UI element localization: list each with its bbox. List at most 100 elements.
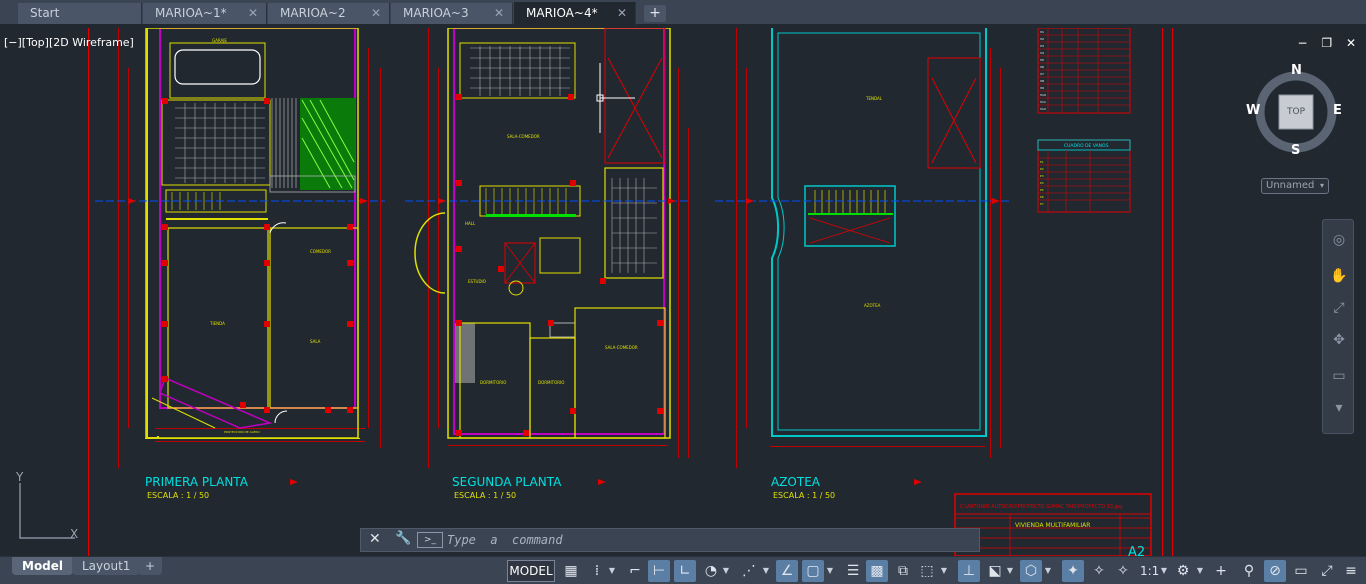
chevron-down-icon[interactable]: ▼ (1006, 560, 1014, 582)
grid-icon[interactable]: ▦ (560, 560, 582, 582)
ucs-menu[interactable]: Unnamed ▾ (1261, 178, 1329, 194)
restore-icon[interactable]: ❐ (1321, 36, 1332, 50)
chevron-down-icon[interactable]: ▼ (1160, 560, 1168, 582)
svg-text:X: X (70, 527, 78, 541)
object-snap-tracking-icon[interactable]: ∠ (776, 560, 798, 582)
close-icon[interactable]: ✕ (1346, 36, 1356, 50)
chevron-down-icon[interactable]: ▼ (608, 560, 616, 582)
tab-marioa-3[interactable]: MARIOA~3 ✕ (391, 3, 513, 24)
svg-text:V11: V11 (1040, 100, 1046, 104)
tab-label: Start (30, 6, 60, 20)
gizmo-icon[interactable]: ⬡ (1020, 560, 1042, 582)
model-space-button[interactable]: MODEL (507, 560, 555, 582)
title-block: C:\ARTONIO AUTOCAD\PROYECTO SUMAC TAKI\P… (954, 493, 1152, 556)
tab-model[interactable]: Model (12, 557, 74, 575)
selection-filter-icon[interactable]: ⬕ (984, 560, 1006, 582)
svg-text:V10: V10 (1040, 93, 1046, 97)
orbit-icon[interactable]: ✥ (1330, 332, 1348, 350)
infer-constraints-icon[interactable]: ⌐ (624, 560, 646, 582)
compass-north[interactable]: N (1291, 63, 1302, 78)
svg-text:V6: V6 (1040, 65, 1044, 69)
svg-text:DORMITORIO: DORMITORIO (538, 380, 564, 385)
chevron-down-icon[interactable]: ▼ (722, 560, 730, 582)
svg-text:V2: V2 (1040, 37, 1044, 41)
close-icon[interactable]: ✕ (494, 3, 504, 24)
fullscreen-icon[interactable]: ⤢ (1316, 560, 1338, 582)
svg-text:P5: P5 (1040, 188, 1044, 192)
clean-screen-icon[interactable]: ▭ (1290, 560, 1312, 582)
annotation-visibility-icon[interactable]: ✦ (1062, 560, 1084, 582)
plan-azotea: TENDAL AZOTEA AZOTEA ESCALA : 1 / 50 (715, 28, 1010, 500)
zoom-extents-icon[interactable]: ⤢ (1330, 300, 1348, 318)
window-schedule-table: CUADRO DE VANOS V1 V2 V3 V4 V5 V6 V7 V8 V9 V10 V… (1037, 28, 1131, 213)
close-icon[interactable]: ✕ (369, 531, 381, 547)
close-icon[interactable]: ✕ (617, 2, 627, 25)
isolate-objects-icon[interactable]: ⚲ (1238, 560, 1260, 582)
hardware-acceleration-icon[interactable]: ⊘ (1264, 560, 1286, 582)
tab-start[interactable]: Start (18, 3, 142, 24)
autocad-window: Start MARIOA~1* ✕ MARIOA~2 ✕ MARIOA~3 ✕ MAR… (0, 0, 1366, 584)
ortho-icon[interactable]: ∟ (674, 560, 696, 582)
title-block-path: C:\ARTONIO AUTOCAD\PROYECTO SUMAC TAKI\P… (960, 504, 1122, 510)
pan-icon[interactable]: ✋ (1330, 268, 1348, 286)
add-layout-button[interactable]: + (138, 557, 163, 575)
tab-marioa-4[interactable]: MARIOA~4* ✕ (514, 2, 636, 26)
chevron-down-icon[interactable]: ▼ (1196, 560, 1204, 582)
close-icon[interactable]: ✕ (248, 3, 258, 24)
drawing-canvas[interactable]: COMEDOR TIENDA SALA GARAJE PROYECCION DE… (0, 28, 1366, 556)
plan-scale-3: ESCALA : 1 / 50 (773, 491, 835, 500)
chevron-down-icon[interactable]: ▼ (762, 560, 770, 582)
polar-tracking-icon[interactable]: ◔ (700, 560, 722, 582)
svg-text:P7: P7 (1040, 202, 1044, 206)
chevron-down-icon[interactable]: ▼ (1044, 560, 1052, 582)
close-icon[interactable]: ✕ (371, 3, 381, 24)
svg-text:V8: V8 (1040, 79, 1044, 83)
chevron-down-icon[interactable]: ▾ (1330, 400, 1348, 418)
dynamic-ucs-icon[interactable]: ⊥ (958, 560, 980, 582)
annotation-scale-icon[interactable]: ✧ (1112, 560, 1134, 582)
title-block-sheet: A2 (1128, 545, 1145, 556)
object-snap-icon[interactable]: ▢ (802, 560, 824, 582)
chevron-down-icon[interactable]: ▼ (940, 560, 948, 582)
compass-south[interactable]: S (1291, 143, 1300, 158)
viewcube[interactable]: N S E W TOP (1246, 63, 1342, 158)
svg-text:PROYECCION DE ALERO: PROYECCION DE ALERO (224, 430, 260, 434)
annotation-scale-value[interactable]: 1:1 (1140, 560, 1159, 582)
tab-marioa-2[interactable]: MARIOA~2 ✕ (268, 3, 390, 24)
add-icon[interactable]: + (1210, 560, 1232, 582)
tab-marioa-1[interactable]: MARIOA~1* ✕ (143, 3, 267, 24)
dynamic-input-icon[interactable]: ⊢ (648, 560, 670, 582)
viewport-controls-label[interactable]: [−][Top][2D Wireframe] (4, 36, 134, 49)
chevron-down-icon[interactable]: ▼ (826, 560, 834, 582)
svg-text:P2: P2 (1040, 167, 1044, 171)
showmotion-icon[interactable]: ▭ (1330, 368, 1348, 386)
gear-icon[interactable]: ⚙ (1172, 560, 1194, 582)
transparency-icon[interactable]: ▩ (866, 560, 888, 582)
plan-segunda-planta: SALA-COMEDOR HALL ESTUDIO DORMITORIO DOR… (405, 28, 690, 500)
minimize-icon[interactable]: − (1297, 36, 1307, 50)
isometric-icon[interactable]: ⋰ (738, 560, 760, 582)
svg-text:DORMITORIO: DORMITORIO (480, 380, 506, 385)
svg-text:P3: P3 (1040, 174, 1044, 178)
compass-east[interactable]: E (1333, 103, 1342, 118)
auto-scale-icon[interactable]: ✧ (1088, 560, 1110, 582)
svg-text:TENDAL: TENDAL (865, 96, 883, 101)
command-input[interactable] (447, 531, 967, 549)
cad-drawing: COMEDOR TIENDA SALA GARAJE PROYECCION DE… (15, 28, 1173, 556)
plan-title-3: AZOTEA (771, 475, 821, 489)
svg-text:P4: P4 (1040, 181, 1044, 185)
plan-title-1: PRIMERA PLANTA (145, 475, 249, 489)
compass-west[interactable]: W (1246, 103, 1260, 118)
lineweight-icon[interactable]: ☰ (842, 560, 864, 582)
wrench-icon[interactable]: 🔧 (395, 531, 411, 546)
tab-layout1[interactable]: Layout1 (72, 557, 141, 575)
steering-wheel-icon[interactable]: ◎ (1330, 232, 1348, 250)
new-tab-button[interactable]: + (644, 5, 666, 22)
svg-text:SALA-COMEDOR: SALA-COMEDOR (605, 345, 638, 350)
customize-menu-icon[interactable]: ≡ (1340, 560, 1362, 582)
3d-object-snap-icon[interactable]: ⬚ (916, 560, 938, 582)
selection-cycling-icon[interactable]: ⧉ (892, 560, 914, 582)
snap-icon[interactable]: ⁞ (586, 560, 608, 582)
command-prompt-icon[interactable]: >_ (417, 532, 443, 548)
chevron-down-icon: ▾ (1319, 181, 1324, 190)
